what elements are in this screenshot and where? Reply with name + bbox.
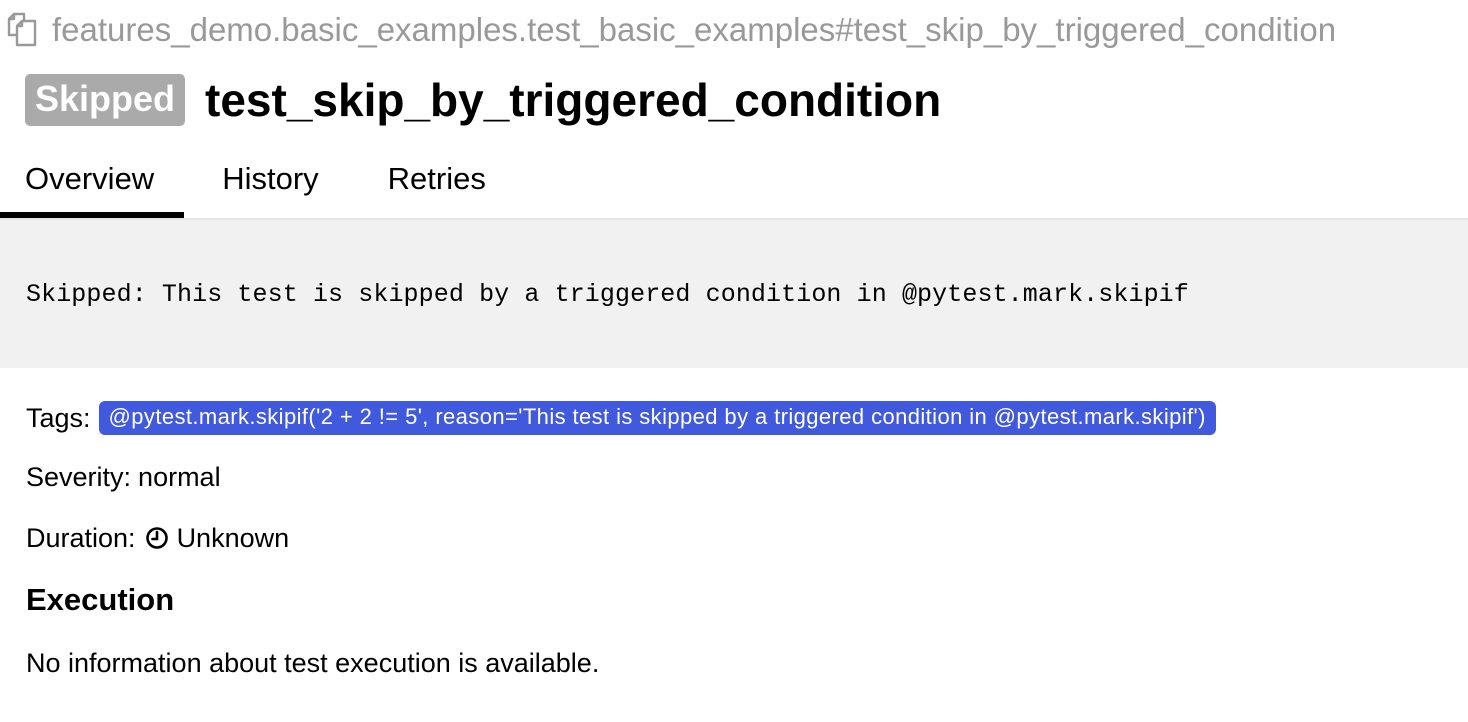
status-badge: Skipped [25, 74, 186, 126]
severity-label: Severity: [26, 461, 132, 492]
test-full-name: features_demo.basic_examples.test_basic_… [4, 8, 1336, 52]
duration-label: Duration: [26, 522, 136, 553]
status-message-box: Skipped: This test is skipped by a trigg… [0, 220, 1468, 368]
copy-icon[interactable] [4, 10, 44, 50]
duration-value: Unknown [176, 522, 290, 553]
duration-row: Duration: Unknown [26, 520, 289, 556]
severity-row: Severity: normal [26, 459, 221, 495]
tab-history[interactable]: History [197, 148, 343, 218]
tag-badge[interactable]: @pytest.mark.skipif('2 + 2 != 5', reason… [98, 401, 1216, 435]
title-row: Skipped test_skip_by_triggered_condition [25, 72, 941, 128]
test-full-name-text: features_demo.basic_examples.test_basic_… [52, 11, 1337, 48]
status-message: Skipped: This test is skipped by a trigg… [26, 280, 1189, 309]
tags-label: Tags: [26, 402, 91, 433]
clock-icon [144, 525, 170, 551]
severity-value: normal [138, 461, 221, 492]
execution-title: Execution [26, 582, 175, 617]
tab-bar: Overview History Retries [0, 148, 1468, 220]
tab-retries[interactable]: Retries [363, 148, 511, 218]
execution-message: No information about test execution is a… [26, 648, 600, 678]
tags-row: Tags: @pytest.mark.skipif('2 + 2 != 5', … [26, 398, 1216, 438]
tab-overview[interactable]: Overview [0, 148, 185, 218]
page-title: test_skip_by_triggered_condition [205, 74, 942, 126]
